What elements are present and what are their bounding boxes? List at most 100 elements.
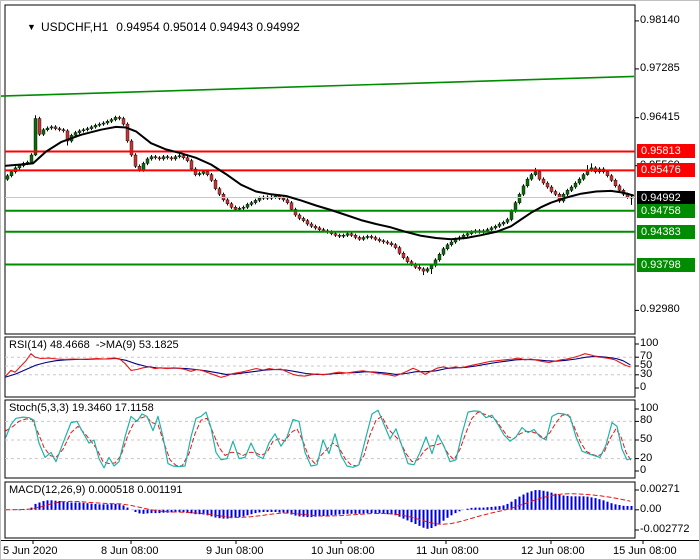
- candle-body: [121, 118, 126, 125]
- candle-body: [133, 154, 138, 167]
- candle-body: [177, 155, 182, 157]
- macd-histogram-bar: [446, 509, 449, 518]
- candle-body: [181, 155, 186, 159]
- macd-histogram-bar: [66, 502, 69, 510]
- macd-histogram-bar: [614, 504, 617, 510]
- candle-body: [437, 254, 442, 261]
- candle-body: [169, 157, 174, 160]
- macd-histogram-bar: [558, 494, 561, 510]
- macd-histogram-bar: [90, 503, 93, 510]
- candle-body: [549, 186, 554, 192]
- candle-body: [313, 226, 318, 229]
- macd-histogram-bar: [618, 505, 621, 510]
- macd-histogram-bar: [578, 496, 581, 510]
- rsi-panel-frame: [4, 336, 636, 398]
- macd-histogram-bar: [538, 490, 541, 510]
- candle-body: [533, 171, 538, 175]
- macd-histogram-bar: [542, 490, 545, 510]
- macd-histogram-bar: [418, 509, 421, 526]
- macd-histogram-bar: [354, 509, 357, 514]
- chart-canvas[interactable]: [1, 1, 700, 560]
- candle-body: [57, 128, 62, 130]
- candle-body: [605, 171, 610, 176]
- macd-histogram-bar: [78, 502, 81, 510]
- macd-histogram-bar: [594, 498, 597, 510]
- candle-body: [225, 199, 230, 204]
- macd-histogram-bar: [422, 509, 425, 528]
- candle-body: [217, 188, 222, 195]
- macd-histogram-bar: [482, 507, 485, 510]
- macd-histogram-bar: [330, 509, 333, 516]
- candle-body: [529, 174, 534, 180]
- candle-body: [317, 227, 322, 230]
- candle-body: [441, 248, 446, 255]
- macd-histogram-bar: [522, 494, 525, 510]
- candle-body: [241, 206, 246, 209]
- candle-body: [45, 127, 50, 130]
- macd-histogram-bar: [442, 509, 445, 521]
- macd-histogram-bar: [298, 509, 301, 517]
- macd-histogram-bar: [214, 509, 217, 518]
- candle-body: [61, 129, 66, 131]
- candle-body: [285, 199, 290, 203]
- candle-body: [37, 118, 42, 135]
- candle-body: [117, 117, 122, 119]
- candle-body: [249, 202, 254, 205]
- macd-histogram-bar: [102, 504, 105, 510]
- macd-histogram-bar: [478, 507, 481, 510]
- candle-body: [381, 240, 386, 243]
- candle-body: [385, 241, 390, 244]
- candle-body: [417, 267, 422, 270]
- candle-body: [497, 223, 502, 227]
- macd-histogram-bar: [218, 509, 221, 519]
- candle-body: [281, 197, 286, 201]
- macd-histogram-bar: [34, 503, 37, 510]
- stoch-k-line: [5, 409, 632, 469]
- macd-histogram-bar: [290, 509, 293, 515]
- candle-body: [389, 242, 394, 246]
- macd-histogram-bar: [566, 495, 569, 510]
- candle-body: [153, 156, 158, 158]
- macd-histogram-bar: [82, 502, 85, 510]
- candle-body: [349, 233, 354, 236]
- candle-body: [505, 219, 510, 223]
- macd-histogram-bar: [70, 502, 73, 510]
- trend-line[interactable]: [1, 75, 635, 97]
- candle-body: [309, 223, 314, 227]
- macd-histogram-bar: [310, 509, 313, 518]
- macd-histogram-bar: [38, 502, 41, 510]
- macd-histogram-bar: [346, 509, 349, 514]
- chart-window: ▼ USDCHF,H1 0.94954 0.95014 0.94943 0.9499…: [0, 0, 700, 560]
- macd-histogram-bar: [306, 509, 309, 518]
- macd-histogram-bar: [474, 507, 477, 510]
- macd-histogram-bar: [582, 496, 585, 510]
- macd-histogram-bar: [606, 501, 609, 510]
- candle-body: [81, 129, 86, 131]
- candle-body: [377, 238, 382, 242]
- ma-line: [5, 125, 634, 241]
- candle-body: [213, 179, 218, 189]
- macd-histogram-bar: [518, 496, 521, 510]
- candle-body: [445, 244, 450, 249]
- candle-body: [257, 197, 262, 201]
- candle-body: [189, 160, 194, 170]
- macd-histogram-bar: [114, 503, 117, 510]
- candle-body: [337, 234, 342, 237]
- macd-histogram-bar: [398, 509, 401, 517]
- macd-histogram-bar: [358, 509, 361, 514]
- candle-body: [493, 226, 498, 229]
- macd-histogram-bar: [238, 509, 241, 518]
- macd-histogram-bar: [210, 509, 213, 517]
- macd-histogram-bar: [598, 499, 601, 510]
- candle-body: [197, 173, 202, 175]
- candle-body: [129, 140, 134, 156]
- candle-body: [321, 229, 326, 231]
- candle-body: [357, 237, 362, 240]
- macd-histogram-bar: [254, 509, 257, 514]
- candle-body: [273, 195, 278, 198]
- candle-body: [545, 182, 550, 188]
- candle-body: [341, 234, 346, 237]
- candle-body: [613, 179, 618, 186]
- macd-histogram-bar: [94, 503, 97, 510]
- candle-body: [449, 241, 454, 245]
